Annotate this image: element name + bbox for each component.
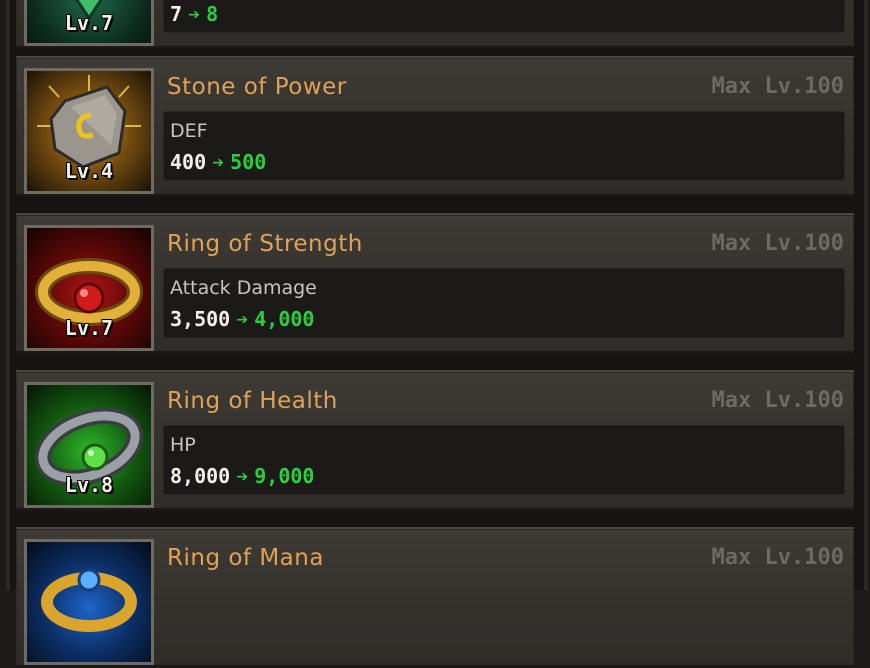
item-name: Ring of Strength bbox=[167, 231, 363, 257]
max-level-label: Max Lv.100 bbox=[711, 388, 844, 413]
item-name: Ring of Mana bbox=[167, 545, 324, 571]
list-item[interactable]: Lv.8 Ring of Health Max Lv.100 HP 8,000 ➔… bbox=[16, 370, 854, 511]
item-name: Ring of Health bbox=[167, 388, 338, 414]
stat-current-value: 3,500 bbox=[170, 307, 231, 331]
item-icon-frame: Lv.7 bbox=[24, 0, 154, 46]
stat-box: 7 ➔ 8 bbox=[163, 0, 845, 33]
stat-label: Attack Damage bbox=[170, 277, 317, 299]
upgrade-arrow-icon: ➔ bbox=[236, 464, 249, 488]
stat-next-value: 4,000 bbox=[254, 307, 315, 331]
upgrade-arrow-icon: ➔ bbox=[212, 150, 225, 174]
upgrade-arrow-icon: ➔ bbox=[236, 307, 249, 331]
stat-values: 400 ➔ 500 bbox=[170, 150, 266, 174]
stat-next-value: 500 bbox=[230, 150, 267, 174]
item-level: Lv.7 bbox=[64, 316, 114, 340]
list-item[interactable]: Lv.7 7 ➔ 8 bbox=[16, 0, 854, 49]
stat-current-value: 8,000 bbox=[170, 464, 231, 488]
max-level-label: Max Lv.100 bbox=[711, 231, 844, 256]
stat-values: 7 ➔ 8 bbox=[170, 2, 218, 26]
stat-next-value: 9,000 bbox=[254, 464, 315, 488]
item-icon-frame bbox=[24, 539, 154, 665]
list-item[interactable]: Lv.7 Ring of Strength Max Lv.100 Attack … bbox=[16, 213, 854, 354]
stat-box: Attack Damage 3,500 ➔ 4,000 bbox=[163, 268, 845, 338]
item-icon-frame: Lv.7 bbox=[24, 225, 154, 351]
stat-box: HP 8,000 ➔ 9,000 bbox=[163, 425, 845, 495]
stat-values: 8,000 ➔ 9,000 bbox=[170, 464, 314, 488]
item-level: Lv.4 bbox=[64, 159, 114, 183]
item-icon-frame: Lv.4 bbox=[24, 68, 154, 194]
upgrade-arrow-icon: ➔ bbox=[188, 2, 201, 26]
max-level-label: Max Lv.100 bbox=[711, 545, 844, 570]
list-item[interactable]: Lv.4 Stone of Power Max Lv.100 DEF 400 ➔ 5… bbox=[16, 56, 854, 197]
stat-next-value: 8 bbox=[206, 2, 219, 26]
list-item[interactable]: Ring of Mana Max Lv.100 bbox=[16, 527, 854, 668]
item-icon-frame: Lv.8 bbox=[24, 382, 154, 508]
item-level: Lv.8 bbox=[64, 473, 114, 497]
stat-label: DEF bbox=[170, 120, 208, 142]
item-level: Lv.7 bbox=[64, 11, 114, 35]
item-upgrade-list[interactable]: Lv.7 7 ➔ 8 Lv.4 Stone of Power Max Lv.10… bbox=[0, 0, 870, 668]
stat-label: HP bbox=[170, 434, 196, 456]
stat-values: 3,500 ➔ 4,000 bbox=[170, 307, 314, 331]
stat-current-value: 400 bbox=[170, 150, 207, 174]
item-name: Stone of Power bbox=[167, 74, 347, 100]
max-level-label: Max Lv.100 bbox=[711, 74, 844, 99]
stat-current-value: 7 bbox=[170, 2, 183, 26]
sapphire-ring-icon bbox=[41, 568, 137, 632]
stat-box: DEF 400 ➔ 500 bbox=[163, 111, 845, 181]
